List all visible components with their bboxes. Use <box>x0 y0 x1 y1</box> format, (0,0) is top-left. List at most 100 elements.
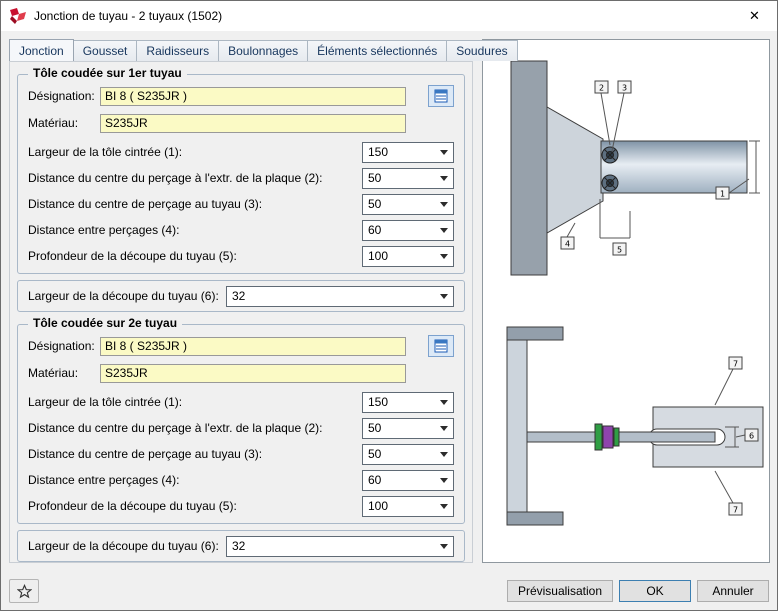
param-row: Distance entre perçages (4): 60 <box>26 217 456 243</box>
material-label: Matériau: <box>28 366 100 380</box>
param-label: Distance du centre du perçage à l'extr. … <box>28 421 322 435</box>
combo-value: 32 <box>232 289 245 303</box>
catalog-icon <box>434 89 448 103</box>
callout-label: 7 <box>733 506 738 515</box>
combo-value: 32 <box>232 539 245 553</box>
star-icon <box>17 584 32 599</box>
chevron-down-icon <box>440 254 448 259</box>
param-row: Distance du centre de perçage au tuyau (… <box>26 191 456 217</box>
combo-value: 150 <box>368 395 388 409</box>
chevron-down-icon <box>440 478 448 483</box>
callout-label: 6 <box>749 432 754 441</box>
tab-raidisseurs[interactable]: Raidisseurs <box>136 40 219 61</box>
param-row: Distance du centre du perçage à l'extr. … <box>26 415 456 441</box>
param-label: Distance du centre de perçage au tuyau (… <box>28 447 262 461</box>
param-combobox[interactable]: 50 <box>362 444 454 465</box>
callout-label: 7 <box>733 360 738 369</box>
tab-gousset[interactable]: Gousset <box>73 40 138 61</box>
ok-button[interactable]: OK <box>619 580 691 602</box>
title-bar: Jonction de tuyau - 2 tuyaux (1502) ✕ <box>1 1 777 31</box>
chevron-down-icon <box>440 426 448 431</box>
designation-row: Désignation: BI 8 ( S235JR ) <box>26 335 456 357</box>
chevron-down-icon <box>440 544 448 549</box>
param-combobox[interactable]: 100 <box>362 496 454 517</box>
param-label: Largeur de la tôle cintrée (1): <box>28 145 182 159</box>
param-combobox[interactable]: 50 <box>362 168 454 189</box>
spacer <box>428 112 454 134</box>
material-field[interactable]: S235JR <box>100 364 406 383</box>
param-combobox[interactable]: 32 <box>226 286 454 307</box>
tab-boulonnages[interactable]: Boulonnages <box>218 40 308 61</box>
param-row: Profondeur de la découpe du tuyau (5): 1… <box>26 243 456 269</box>
param-combobox[interactable]: 150 <box>362 392 454 413</box>
param-row: Largeur de la tôle cintrée (1): 150 <box>26 139 456 165</box>
profile-catalog-button[interactable] <box>428 335 454 357</box>
designation-field[interactable]: BI 8 ( S235JR ) <box>100 87 406 106</box>
cut-width-box-pipe1: Largeur de la découpe du tuyau (6): 32 <box>17 280 465 312</box>
combo-value: 50 <box>368 197 381 211</box>
designation-row: Désignation: BI 8 ( S235JR ) <box>26 85 456 107</box>
tab-page-jonction: Tôle coudée sur 1er tuyau Désignation: B… <box>9 61 473 563</box>
callout-label: 3 <box>622 84 627 93</box>
designation-label: Désignation: <box>28 89 100 103</box>
dialog-window: Jonction de tuyau - 2 tuyaux (1502) ✕ Jo… <box>0 0 778 611</box>
param-combobox[interactable]: 32 <box>226 536 454 557</box>
designation-field[interactable]: BI 8 ( S235JR ) <box>100 337 406 356</box>
param-row: Largeur de la découpe du tuyau (6): 32 <box>26 535 456 557</box>
param-label: Profondeur de la découpe du tuyau (5): <box>28 499 237 513</box>
window-title: Jonction de tuyau - 2 tuyaux (1502) <box>34 9 222 23</box>
param-label: Largeur de la découpe du tuyau (6): <box>28 289 219 303</box>
param-combobox[interactable]: 100 <box>362 246 454 267</box>
chevron-down-icon <box>440 176 448 181</box>
callout-label: 4 <box>565 240 570 249</box>
callout-label: 5 <box>617 246 622 255</box>
combo-value: 60 <box>368 473 381 487</box>
combo-value: 50 <box>368 171 381 185</box>
profile-catalog-button[interactable] <box>428 85 454 107</box>
combo-value: 100 <box>368 249 388 263</box>
combo-value: 100 <box>368 499 388 513</box>
material-row: Matériau: S235JR <box>26 362 456 384</box>
param-row: Distance du centre du perçage à l'extr. … <box>26 165 456 191</box>
param-row: Profondeur de la découpe du tuyau (5): 1… <box>26 493 456 519</box>
combo-value: 60 <box>368 223 381 237</box>
preview-drawing: 2 3 1 4 5 <box>483 41 769 561</box>
material-field[interactable]: S235JR <box>100 114 406 133</box>
app-icon <box>9 7 27 25</box>
tab-jonction[interactable]: Jonction <box>9 39 74 61</box>
group-title: Tôle coudée sur 1er tuyau <box>28 66 187 80</box>
chevron-down-icon <box>440 452 448 457</box>
combo-value: 50 <box>368 421 381 435</box>
param-label: Distance entre perçages (4): <box>28 223 179 237</box>
param-combobox[interactable]: 150 <box>362 142 454 163</box>
chevron-down-icon <box>440 400 448 405</box>
designation-label: Désignation: <box>28 339 100 353</box>
close-button[interactable]: ✕ <box>732 1 777 31</box>
param-row: Distance du centre de perçage au tuyau (… <box>26 441 456 467</box>
param-combobox[interactable]: 50 <box>362 418 454 439</box>
material-label: Matériau: <box>28 116 100 130</box>
param-combobox[interactable]: 60 <box>362 220 454 241</box>
chevron-down-icon <box>440 150 448 155</box>
favorites-button[interactable] <box>9 579 39 603</box>
callout-label: 1 <box>720 190 725 199</box>
param-combobox[interactable]: 50 <box>362 194 454 215</box>
param-combobox[interactable]: 60 <box>362 470 454 491</box>
chevron-down-icon <box>440 202 448 207</box>
param-label: Distance du centre du perçage à l'extr. … <box>28 171 322 185</box>
combo-value: 150 <box>368 145 388 159</box>
preview-button[interactable]: Prévisualisation <box>507 580 613 602</box>
param-label: Distance du centre de perçage au tuyau (… <box>28 197 262 211</box>
tab-soudures[interactable]: Soudures <box>446 40 517 61</box>
spacer <box>428 362 454 384</box>
material-row: Matériau: S235JR <box>26 112 456 134</box>
cut-width-box-pipe2: Largeur de la découpe du tuyau (6): 32 <box>17 530 465 562</box>
footer-buttons: Prévisualisation OK Annuler <box>507 580 769 602</box>
tab-elements-selectionnes[interactable]: Éléments sélectionnés <box>307 40 447 61</box>
chevron-down-icon <box>440 504 448 509</box>
param-row: Largeur de la tôle cintrée (1): 150 <box>26 389 456 415</box>
param-label: Distance entre perçages (4): <box>28 473 179 487</box>
group-plate-pipe1: Tôle coudée sur 1er tuyau Désignation: B… <box>17 74 465 274</box>
cancel-button[interactable]: Annuler <box>697 580 769 602</box>
group-plate-pipe2: Tôle coudée sur 2e tuyau Désignation: BI… <box>17 324 465 524</box>
